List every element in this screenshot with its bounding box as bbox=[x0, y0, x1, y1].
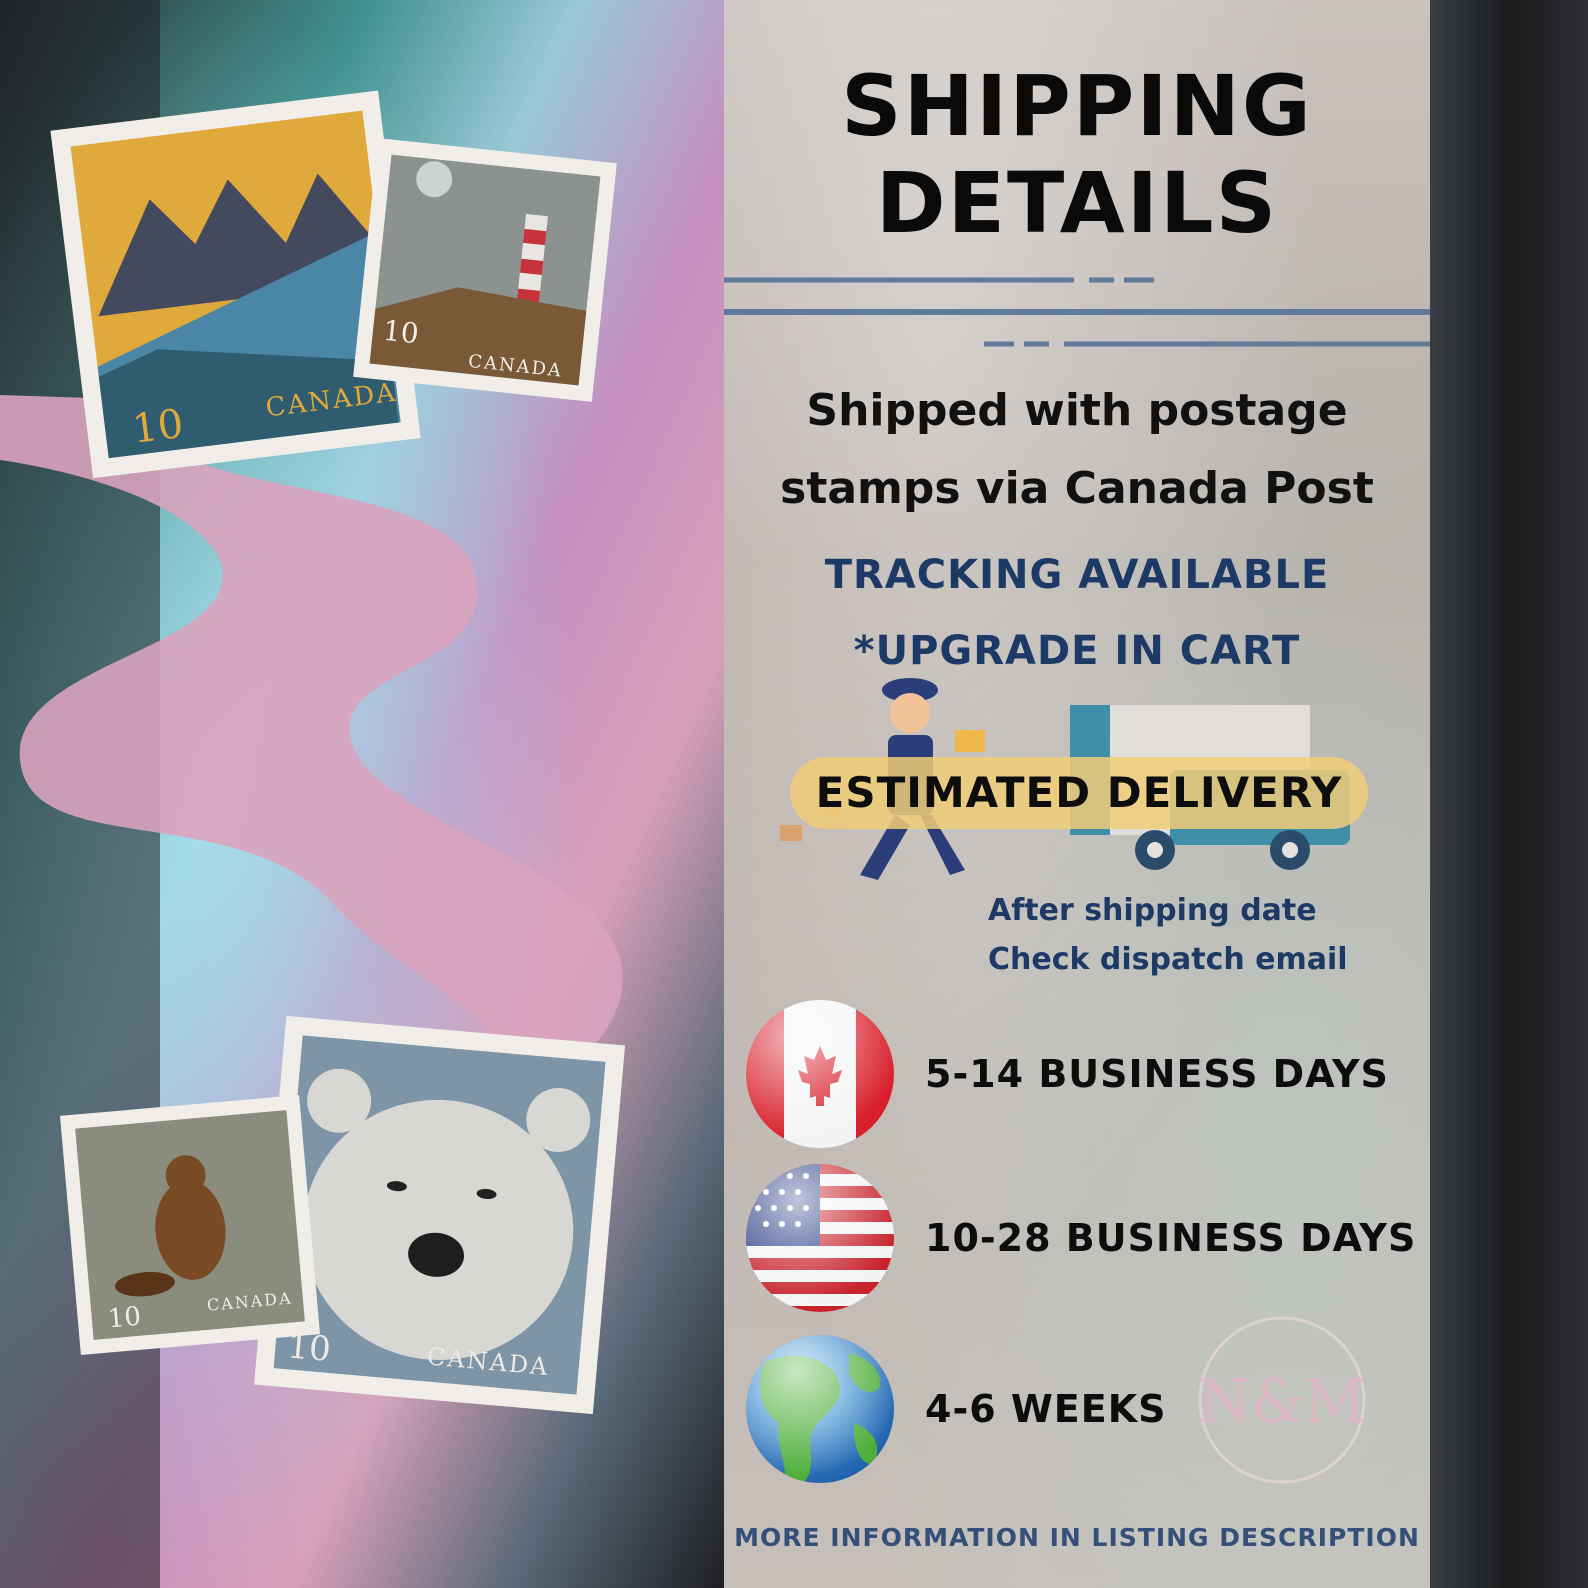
svg-text:10: 10 bbox=[107, 1302, 143, 1335]
page-title-line1: SHIPPING bbox=[841, 57, 1313, 155]
more-info-footer: MORE INFORMATION IN LISTING DESCRIPTION bbox=[734, 1523, 1420, 1552]
shipping-method-line1: Shipped with postage bbox=[806, 385, 1348, 436]
beaver-stamp: 10 CANADA bbox=[59, 1094, 321, 1356]
upgrade-note: *UPGRADE IN CART bbox=[853, 628, 1301, 674]
svg-text:N&M: N&M bbox=[1198, 1367, 1365, 1437]
stamp-value-text: 10 bbox=[130, 401, 186, 453]
usa-flag-icon bbox=[746, 1164, 894, 1312]
tracking-label: TRACKING AVAILABLE bbox=[824, 552, 1330, 598]
estimated-delivery-label: ESTIMATED DELIVERY bbox=[815, 768, 1343, 817]
divider-lines bbox=[724, 277, 1430, 347]
polar-bear-stamp: 10 CANADA bbox=[254, 1015, 626, 1415]
brand-logo: N&M bbox=[1198, 1316, 1366, 1484]
page-title-line2: DETAILS bbox=[875, 154, 1279, 252]
svg-text:10: 10 bbox=[381, 314, 420, 351]
canada-flag-icon bbox=[746, 1000, 894, 1148]
canada-delivery-time: 5-14 BUSINESS DAYS bbox=[925, 1052, 1389, 1096]
usa-delivery-time: 10-28 BUSINESS DAYS bbox=[925, 1216, 1417, 1260]
delivery-note-2: Check dispatch email bbox=[988, 942, 1348, 977]
shipping-method-line2: stamps via Canada Post bbox=[780, 463, 1374, 514]
lighthouse-stamp: 10 CANADA bbox=[353, 138, 617, 402]
delivery-note-1: After shipping date bbox=[988, 893, 1317, 928]
international-delivery-time: 4-6 WEEKS bbox=[925, 1387, 1167, 1431]
globe-icon bbox=[746, 1335, 894, 1483]
